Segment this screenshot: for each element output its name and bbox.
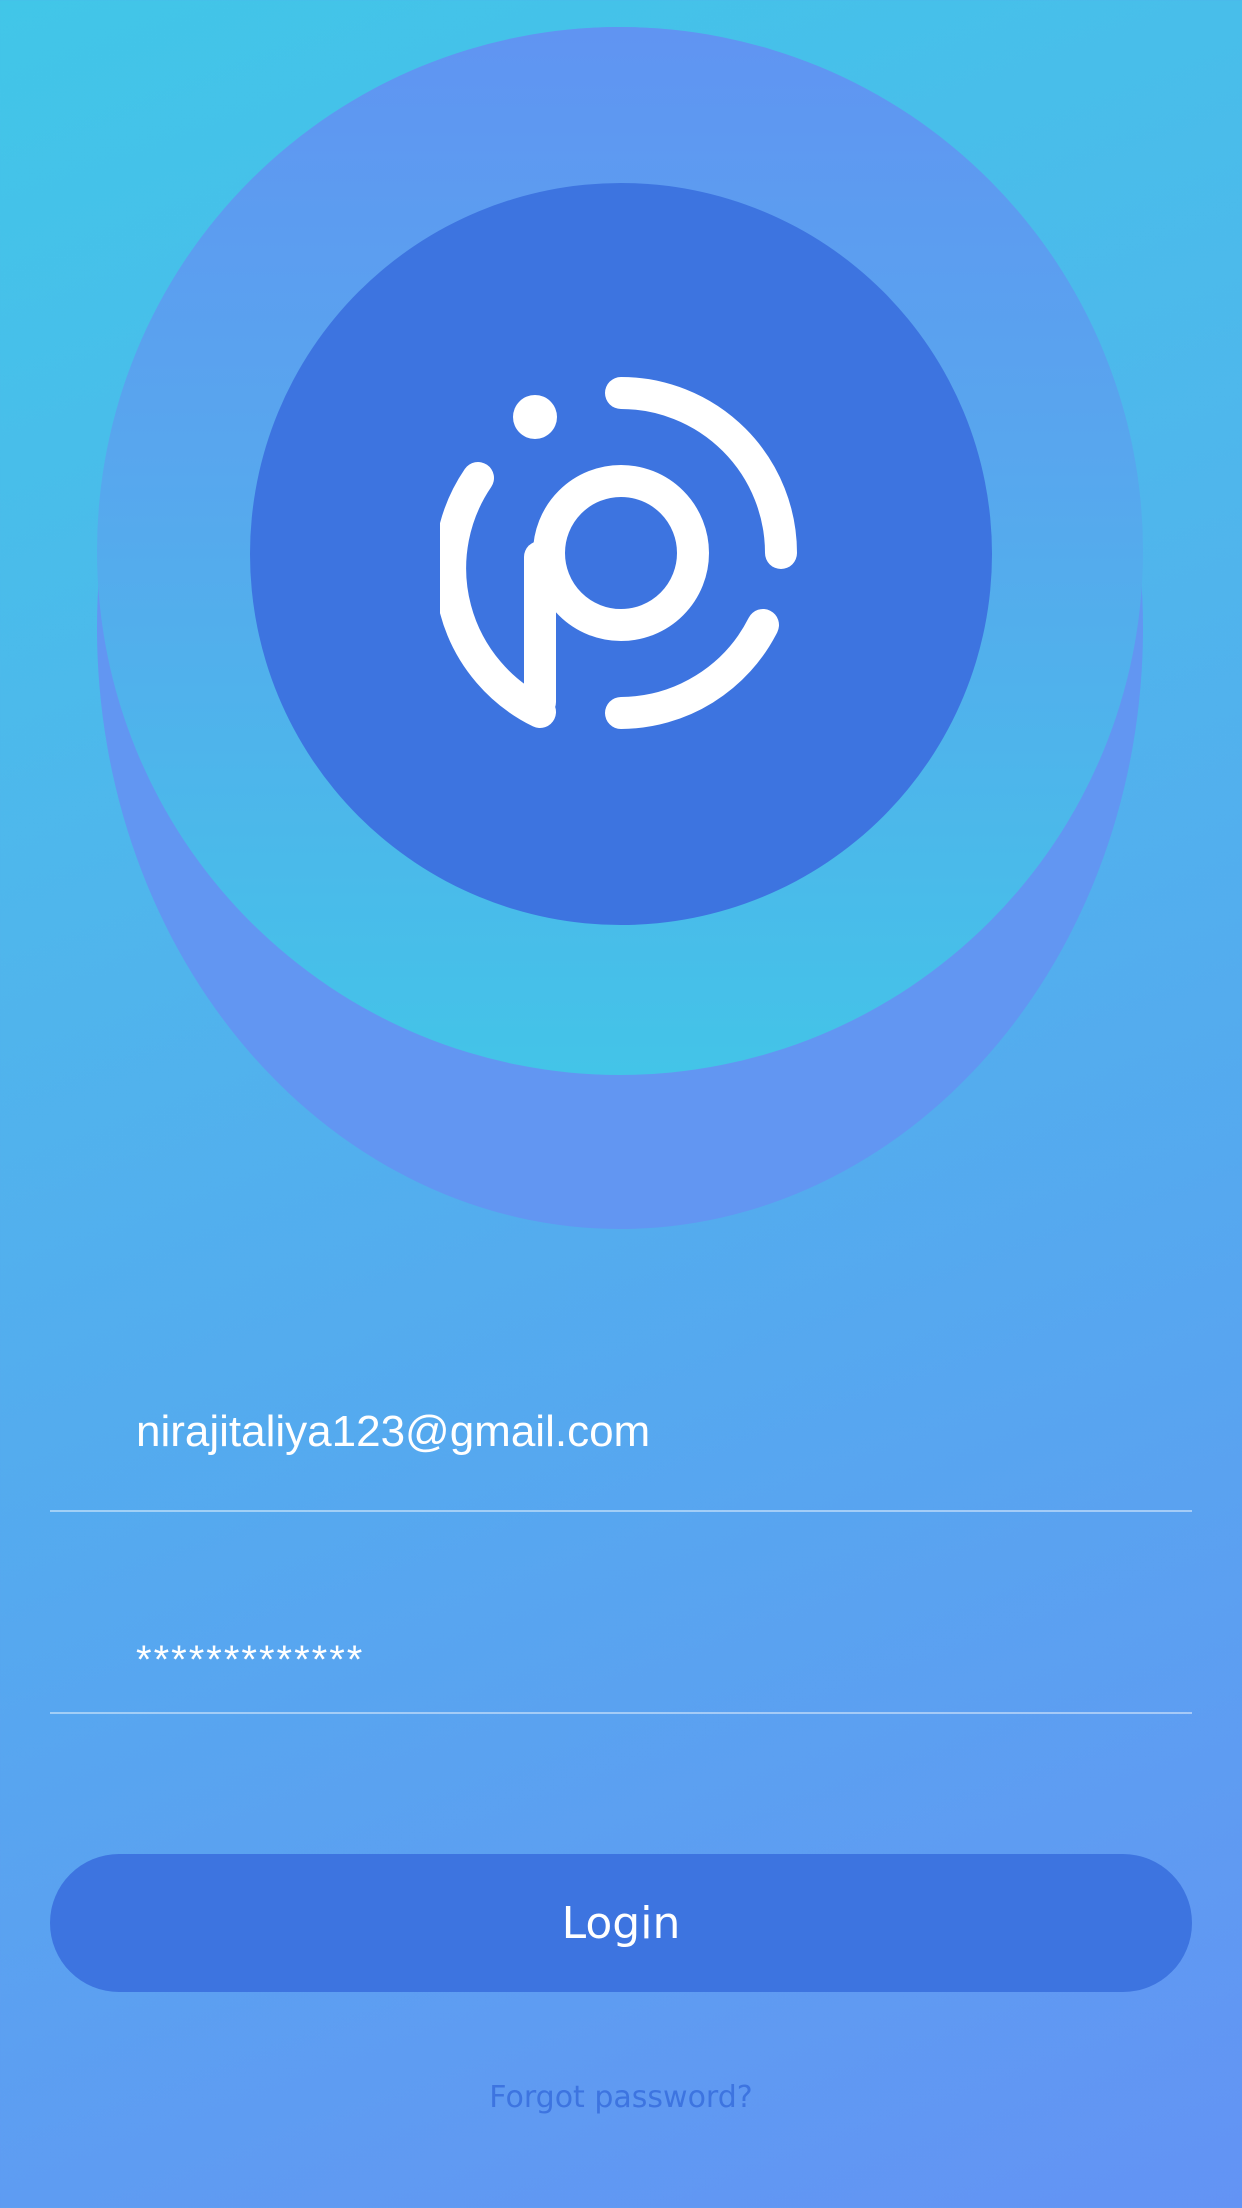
password-field[interactable]: ************* (50, 1600, 1192, 1714)
email-input[interactable]: nirajitaliya123@gmail.com (136, 1410, 650, 1454)
ip-logo-icon (440, 377, 797, 729)
email-field[interactable]: nirajitaliya123@gmail.com (50, 1380, 1192, 1512)
login-button[interactable]: Login (50, 1854, 1192, 1992)
password-input[interactable]: ************* (136, 1640, 364, 1680)
forgot-password-link[interactable]: Forgot password? (0, 2080, 1242, 2115)
